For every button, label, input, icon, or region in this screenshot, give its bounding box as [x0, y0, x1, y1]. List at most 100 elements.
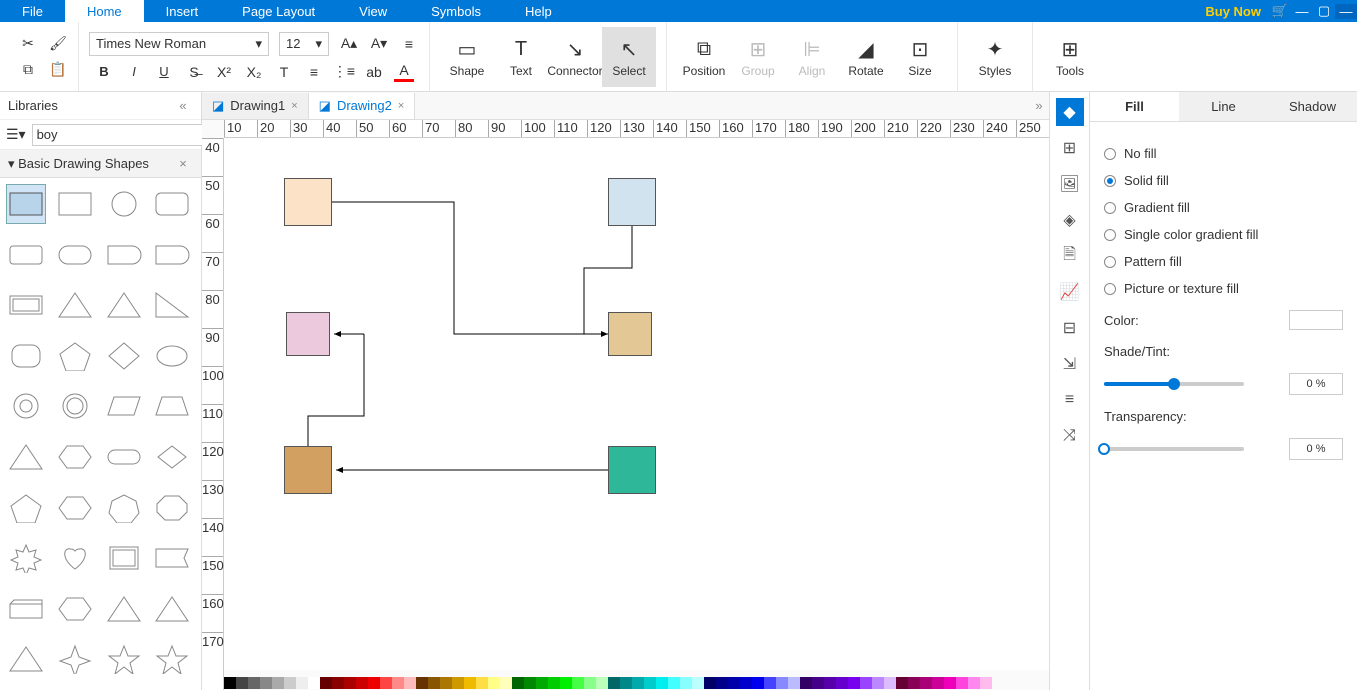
shape-thumb-pentagon2[interactable] [6, 488, 46, 528]
color-swatch[interactable] [356, 677, 368, 689]
color-swatch[interactable] [224, 677, 236, 689]
color-swatch[interactable] [692, 677, 704, 689]
menu-home[interactable]: Home [65, 0, 144, 22]
close-tab-icon[interactable]: × [291, 100, 297, 112]
cut-icon[interactable]: ✂ [18, 34, 38, 54]
shape-thumb-pill[interactable] [55, 235, 95, 275]
color-swatch[interactable] [308, 677, 320, 689]
color-swatch[interactable] [248, 677, 260, 689]
layers-tool-icon[interactable]: ◈ [1056, 206, 1084, 234]
shape-thumb-donut[interactable] [6, 386, 46, 426]
shape-thumb-rectangle-filled[interactable] [6, 184, 46, 224]
increase-font-icon[interactable]: A▴ [339, 34, 359, 54]
strike-icon[interactable]: S̶ [184, 62, 204, 82]
color-swatch[interactable] [908, 677, 920, 689]
shape-thumb-tri5[interactable] [152, 589, 192, 629]
color-swatch[interactable] [380, 677, 392, 689]
color-swatch[interactable] [344, 677, 356, 689]
shape-thumb-donut2[interactable] [55, 386, 95, 426]
color-swatch[interactable] [644, 677, 656, 689]
color-swatch[interactable] [512, 677, 524, 689]
color-swatch[interactable] [632, 677, 644, 689]
color-swatch[interactable] [944, 677, 956, 689]
align-tool-icon[interactable]: ≡ [1056, 386, 1084, 414]
shape-thumb-hexagon2[interactable] [55, 488, 95, 528]
color-swatch[interactable] [404, 677, 416, 689]
tools-button[interactable]: ⊞Tools [1043, 27, 1097, 87]
color-swatch[interactable] [296, 677, 308, 689]
highlight-icon[interactable]: ab [364, 62, 384, 82]
color-swatch[interactable] [812, 677, 824, 689]
rotate-button[interactable]: ◢Rotate [839, 27, 893, 87]
fill-tool-icon[interactable]: ◆ [1056, 98, 1084, 126]
canvas[interactable] [224, 138, 1049, 670]
copy-icon[interactable]: ⧉ [18, 60, 38, 80]
tab-drawing2[interactable]: ◪ Drawing2 × [309, 93, 416, 119]
color-swatch[interactable] [536, 677, 548, 689]
color-swatch[interactable] [848, 677, 860, 689]
radio-gradient-fill[interactable]: Gradient fill [1104, 200, 1343, 215]
color-swatch[interactable] [452, 677, 464, 689]
text-case-icon[interactable]: T [274, 62, 294, 82]
shape-thumb-hexagon[interactable] [55, 437, 95, 477]
canvas-shape[interactable] [284, 446, 332, 494]
color-swatch[interactable] [524, 677, 536, 689]
format-painter-icon[interactable]: 🖌 [48, 34, 68, 54]
radio-pattern-fill[interactable]: Pattern fill [1104, 254, 1343, 269]
category-label[interactable]: ▾ Basic Drawing Shapes [8, 156, 149, 172]
color-swatch[interactable] [896, 677, 908, 689]
tab-shadow[interactable]: Shadow [1268, 92, 1357, 121]
shape-thumb-halfround2[interactable] [152, 235, 192, 275]
menu-page-layout[interactable]: Page Layout [220, 0, 337, 22]
color-swatch[interactable] [752, 677, 764, 689]
select-button[interactable]: ↖Select [602, 27, 656, 87]
close-window-icon[interactable]: — [1335, 4, 1357, 19]
maximize-icon[interactable]: ▢ [1313, 3, 1335, 19]
color-swatch[interactable] [932, 677, 944, 689]
italic-icon[interactable]: I [124, 62, 144, 82]
shape-thumb-star5[interactable] [104, 639, 144, 679]
color-swatch[interactable] [284, 677, 296, 689]
color-swatch[interactable] [1289, 310, 1343, 330]
menu-file[interactable]: File [0, 0, 65, 22]
shape-thumb-halfround[interactable] [104, 235, 144, 275]
color-swatch[interactable] [560, 677, 572, 689]
radio-solid-fill[interactable]: Solid fill [1104, 173, 1343, 188]
color-swatch[interactable] [704, 677, 716, 689]
menu-view[interactable]: View [337, 0, 409, 22]
color-swatch[interactable] [788, 677, 800, 689]
color-swatch[interactable] [824, 677, 836, 689]
shape-thumb-trapezoid[interactable] [152, 386, 192, 426]
color-swatch[interactable] [668, 677, 680, 689]
shape-thumb-rounded[interactable] [152, 184, 192, 224]
color-swatch[interactable] [476, 677, 488, 689]
shape-thumb-diamond[interactable] [104, 336, 144, 376]
collapse-libraries-icon[interactable]: « [173, 98, 193, 113]
transparency-slider[interactable] [1104, 447, 1244, 451]
shape-thumb-circle[interactable] [104, 184, 144, 224]
shape-thumb-triangle[interactable] [55, 285, 95, 325]
transparency-value[interactable]: 0 % [1289, 438, 1343, 460]
color-swatch[interactable] [836, 677, 848, 689]
color-swatch[interactable] [716, 677, 728, 689]
shape-thumb-triangle2[interactable] [104, 285, 144, 325]
font-size-select[interactable]: 12▾ [279, 32, 329, 56]
radio-single-gradient[interactable]: Single color gradient fill [1104, 227, 1343, 242]
menu-insert[interactable]: Insert [144, 0, 221, 22]
color-swatch[interactable] [620, 677, 632, 689]
search-input[interactable] [32, 124, 218, 146]
shape-thumb-burst[interactable] [6, 538, 46, 578]
color-swatch[interactable] [656, 677, 668, 689]
export-tool-icon[interactable]: ⇲ [1056, 350, 1084, 378]
superscript-icon[interactable]: X² [214, 62, 234, 82]
minimize-icon[interactable]: — [1291, 4, 1313, 19]
color-swatch[interactable] [572, 677, 584, 689]
shape-thumb-parallelogram[interactable] [104, 386, 144, 426]
color-swatch[interactable] [920, 677, 932, 689]
color-swatch[interactable] [608, 677, 620, 689]
group-button[interactable]: ⊞Group [731, 27, 785, 87]
color-swatch[interactable] [956, 677, 968, 689]
close-category-icon[interactable]: × [173, 156, 193, 171]
color-swatch[interactable] [872, 677, 884, 689]
color-swatch[interactable] [728, 677, 740, 689]
